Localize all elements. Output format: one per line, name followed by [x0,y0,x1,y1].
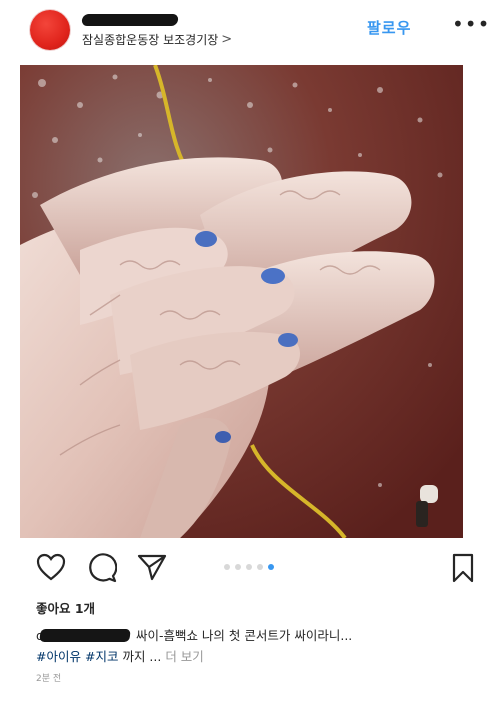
caption-continuation: 까지 ... [122,649,162,664]
caption-username-redacted[interactable] [39,629,131,642]
comment-icon[interactable] [87,553,117,583]
caption-tags-line: #아이유 #지코 까지 ... 더 보기 [36,646,204,665]
location-link[interactable]: 잠실종합운동장 보조경기장 > [82,31,232,48]
share-icon[interactable] [137,553,167,581]
carousel-dot-active [268,564,274,570]
chevron-right-icon: > [221,32,233,47]
follow-button[interactable]: 팔로우 [367,17,411,38]
carousel-dot [257,564,263,570]
post-timestamp: 2분 전 [36,674,62,684]
heart-icon[interactable] [36,553,66,581]
photo-illustration [20,65,463,538]
action-bar [0,545,500,595]
avatar[interactable] [30,10,70,50]
carousel-dot [235,564,241,570]
carousel-dot [246,564,252,570]
likes-count[interactable]: 좋아요 1개 [36,598,95,617]
bookmark-icon[interactable] [451,553,475,583]
post-caption: d싸이-흠뻑쇼 나의 첫 콘서트가 싸이라니... [36,625,352,644]
post-header: 잠실종합운동장 보조경기장 > 팔로우 ••• [0,0,500,62]
caption-text: 싸이-흠뻑쇼 나의 첫 콘서트가 싸이라니... [135,628,353,643]
location-text: 잠실종합운동장 보조경기장 [82,33,219,47]
carousel-dot [224,564,230,570]
carousel-indicator [224,564,274,570]
hashtag-link[interactable]: #지코 [85,649,118,664]
more-link[interactable]: 더 보기 [165,649,203,664]
more-options-icon[interactable]: ••• [452,14,490,34]
hashtag-link[interactable]: #아이유 [36,649,81,664]
username-redacted[interactable] [81,14,179,26]
post-photo[interactable] [20,65,463,538]
